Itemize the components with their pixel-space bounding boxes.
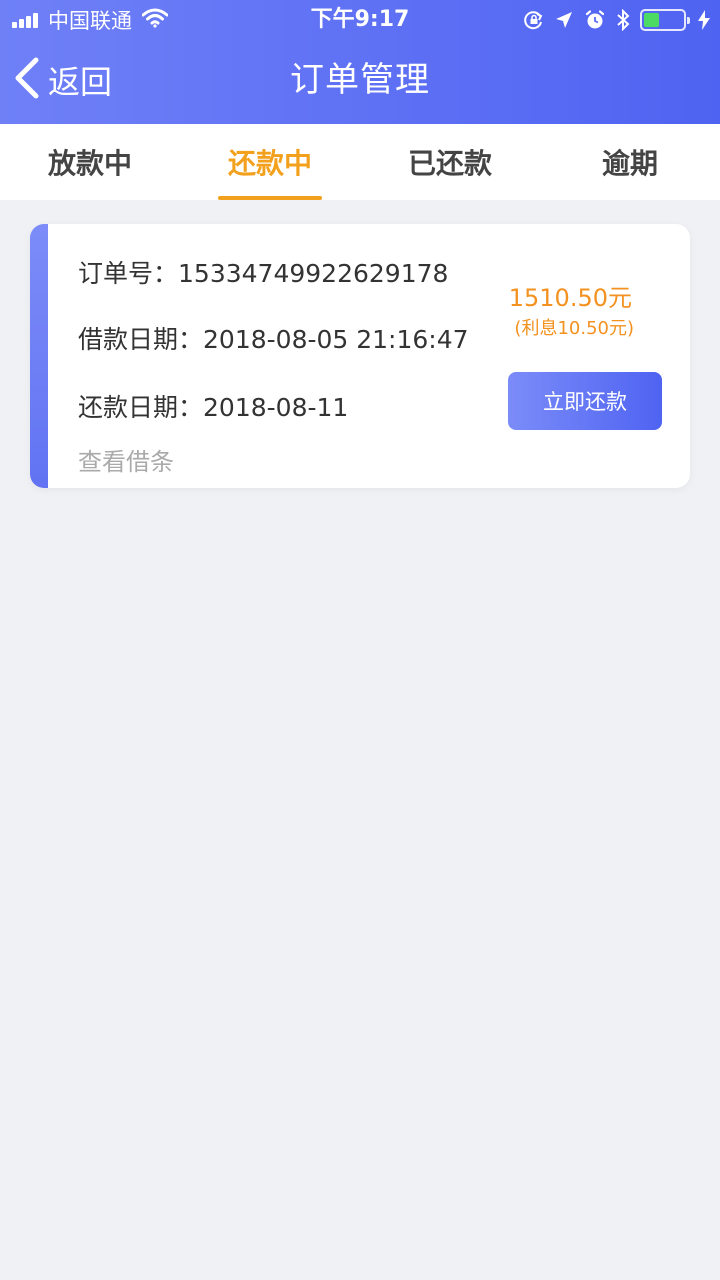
active-tab-indicator xyxy=(218,196,322,200)
borrow-date-label: 借款日期： xyxy=(78,325,204,354)
borrow-date-row: 借款日期：2018-08-05 21:16:47 xyxy=(78,320,469,356)
tab-repaying[interactable]: 还款中 xyxy=(180,124,360,200)
bluetooth-icon xyxy=(616,9,630,31)
alarm-icon xyxy=(584,9,606,31)
status-right xyxy=(514,6,710,34)
tab-overdue[interactable]: 逾期 xyxy=(540,124,720,200)
repay-date-row: 还款日期：2018-08-11 xyxy=(78,388,348,424)
tab-repaid[interactable]: 已还款 xyxy=(360,124,540,200)
header: 中国联通 下午9:17 返回 订单管理 xyxy=(0,0,720,124)
repay-now-button[interactable]: 立即还款 xyxy=(508,372,662,430)
location-icon xyxy=(554,10,574,30)
order-number-row: 订单号：15334749922629178 xyxy=(78,254,448,290)
card-accent-bar xyxy=(30,224,48,488)
repay-amount: 1510.50元 xyxy=(508,284,632,312)
order-card: 订单号：15334749922629178 借款日期：2018-08-05 21… xyxy=(30,224,690,488)
borrow-date-value: 2018-08-05 21:16:47 xyxy=(203,325,469,354)
charging-icon xyxy=(698,10,710,30)
status-bar: 中国联通 下午9:17 xyxy=(0,0,720,40)
tab-label: 逾期 xyxy=(601,147,658,180)
rotation-lock-icon xyxy=(524,10,544,30)
page-title: 订单管理 xyxy=(290,60,430,100)
tab-label: 还款中 xyxy=(227,147,312,180)
interest-amount: (利息10.50元) xyxy=(514,318,634,339)
order-number-label: 订单号： xyxy=(78,259,179,288)
repay-date-value: 2018-08-11 xyxy=(203,393,349,422)
tab-disbursing[interactable]: 放款中 xyxy=(0,124,180,200)
view-loan-note-link[interactable]: 查看借条 xyxy=(78,442,174,477)
tab-label: 已还款 xyxy=(407,147,492,180)
tab-label: 放款中 xyxy=(47,147,132,180)
repay-date-label: 还款日期： xyxy=(78,393,204,422)
battery-icon xyxy=(640,9,690,31)
order-number-value: 15334749922629178 xyxy=(178,259,449,288)
order-status-tabs: 放款中 还款中 已还款 逾期 xyxy=(0,124,720,200)
